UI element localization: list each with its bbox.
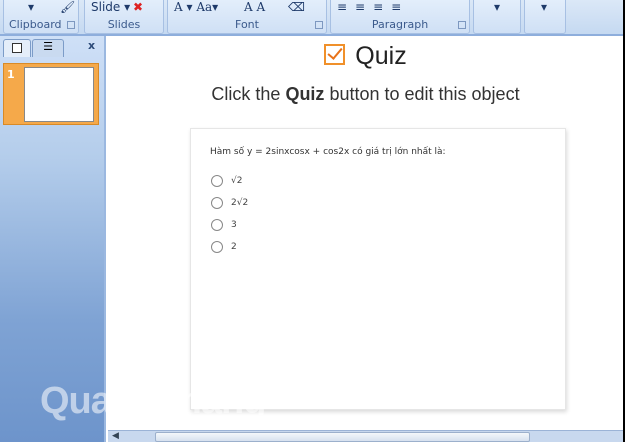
delete-slide-icon[interactable]: ✖ xyxy=(133,0,143,14)
horizontal-scrollbar[interactable]: ◀ xyxy=(108,430,623,442)
slide-thumbnail-1[interactable]: 1 xyxy=(3,63,99,125)
paste-dropdown[interactable]: ▾ xyxy=(28,0,34,14)
dialog-launcher-icon[interactable] xyxy=(315,21,323,29)
scrollbar-thumb[interactable] xyxy=(155,432,530,442)
slide-canvas[interactable]: Quiz Click the Quiz button to edit this … xyxy=(108,36,623,430)
slides-group: Slide ▾ ✖ Slides xyxy=(84,0,164,34)
slide-number: 1 xyxy=(7,68,15,81)
font-group: A ▾ Aa▾ A A ⌫ Font xyxy=(167,0,327,34)
font-color-button[interactable]: A ▾ Aa▾ xyxy=(174,0,218,14)
dropdown-icon[interactable]: ▾ xyxy=(494,0,500,14)
option[interactable]: 3 xyxy=(211,219,237,231)
radio-icon[interactable] xyxy=(211,175,223,187)
clear-format-icon[interactable]: ⌫ xyxy=(288,0,305,14)
group-label: Slides xyxy=(107,18,141,31)
dialog-launcher-icon[interactable] xyxy=(458,21,466,29)
thumbnail-preview xyxy=(24,67,94,122)
tab-slides[interactable] xyxy=(3,39,31,57)
align-buttons[interactable]: ≡≡≡≡ xyxy=(337,0,409,14)
ribbon: ▾ 🖌 Clipboard Slide ▾ ✖ Slides A ▾ Aa▾ A… xyxy=(0,0,623,36)
radio-icon[interactable] xyxy=(211,241,223,253)
tab-outline[interactable]: ☰ xyxy=(32,39,64,57)
option[interactable]: √2 xyxy=(211,175,242,187)
group-label: Paragraph xyxy=(371,18,429,31)
quiz-subtitle: Click the Quiz button to edit this objec… xyxy=(211,84,520,104)
format-painter-icon[interactable]: 🖌 xyxy=(60,0,75,14)
radio-icon[interactable] xyxy=(211,197,223,209)
slide-icon xyxy=(12,43,22,53)
quiz-title: Quiz xyxy=(108,42,623,71)
outline-icon: ☰ xyxy=(43,40,53,53)
option[interactable]: 2 xyxy=(211,241,237,253)
dialog-launcher-icon[interactable] xyxy=(67,21,75,29)
group-label: Font xyxy=(235,18,259,31)
watermark: Quantrimang xyxy=(40,380,266,422)
radio-icon[interactable] xyxy=(211,219,223,231)
checkbox-icon xyxy=(324,44,346,65)
editing-group: ▾ xyxy=(524,0,566,34)
font-size-buttons[interactable]: A A xyxy=(244,0,265,14)
drawing-group: ▾ xyxy=(473,0,521,34)
quiz-card: Hàm số y = 2sinxcosx + cos2x có giá trị … xyxy=(190,128,566,410)
question-text: Hàm số y = 2sinxcosx + cos2x có giá trị … xyxy=(210,147,446,157)
new-slide-button[interactable]: Slide ▾ xyxy=(91,0,130,14)
option[interactable]: 2√2 xyxy=(211,197,248,209)
clipboard-group: ▾ 🖌 Clipboard xyxy=(3,0,79,34)
paragraph-group: ≡≡≡≡ Paragraph xyxy=(330,0,470,34)
scroll-left-icon[interactable]: ◀ xyxy=(112,431,119,441)
close-panel-button[interactable]: x xyxy=(88,39,95,52)
dropdown-icon[interactable]: ▾ xyxy=(541,0,547,14)
